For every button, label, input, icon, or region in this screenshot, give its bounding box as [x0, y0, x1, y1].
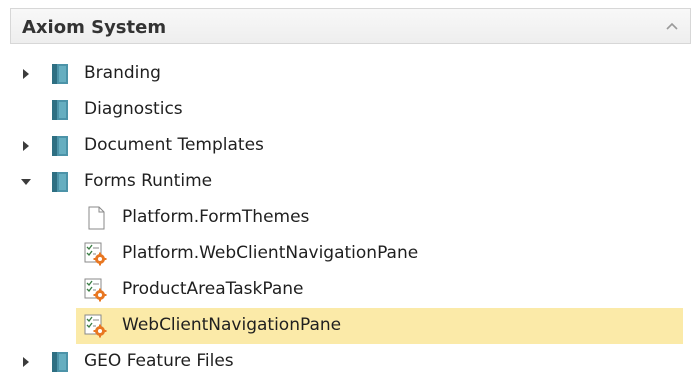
tree-node-label: Forms Runtime	[84, 171, 213, 191]
config-form-icon	[84, 278, 107, 302]
tree-node-label: GEO Feature Files	[84, 351, 234, 371]
tree-node-document-templates[interactable]: Document Templates	[0, 128, 693, 164]
expand-arrow-icon[interactable]	[18, 138, 34, 154]
tree-node-label: Diagnostics	[84, 99, 183, 119]
document-icon	[88, 206, 105, 230]
panel-header[interactable]: Axiom System	[10, 8, 691, 44]
collapse-arrow-icon[interactable]	[18, 174, 34, 190]
axiom-system-panel: Axiom System Branding Diagnostics Docume…	[0, 0, 693, 381]
tree-node-label: Platform.FormThemes	[122, 207, 310, 227]
tree-node-forms-runtime[interactable]: Forms Runtime	[0, 164, 693, 200]
tree-node-platform-formthemes[interactable]: Platform.FormThemes	[0, 200, 693, 236]
book-icon	[52, 352, 68, 372]
tree-node-label: ProductAreaTaskPane	[122, 279, 304, 299]
tree-node-geo-feature-files[interactable]: GEO Feature Files	[0, 344, 693, 380]
tree-node-branding[interactable]: Branding	[0, 56, 693, 92]
panel-title: Axiom System	[22, 17, 167, 38]
tree-node-label: Platform.WebClientNavigationPane	[122, 243, 419, 263]
tree-node-platform-webclientnavigationpane[interactable]: Platform.WebClientNavigationPane	[0, 236, 693, 272]
book-icon	[52, 172, 68, 192]
tree-node-productareataskpane[interactable]: ProductAreaTaskPane	[0, 272, 693, 308]
book-icon	[52, 64, 68, 84]
config-form-icon	[84, 242, 107, 266]
tree-node-label: Document Templates	[84, 135, 264, 155]
book-icon	[52, 100, 68, 120]
tree-node-diagnostics[interactable]: Diagnostics	[0, 92, 693, 128]
config-form-icon	[84, 314, 107, 338]
chevron-up-icon[interactable]	[660, 15, 684, 39]
expand-arrow-icon[interactable]	[18, 354, 34, 370]
expand-arrow-icon[interactable]	[18, 66, 34, 82]
tree-node-webclientnavigationpane[interactable]: WebClientNavigationPane	[76, 308, 683, 344]
tree-view: Branding Diagnostics Document Templates	[0, 56, 693, 380]
tree-node-label: WebClientNavigationPane	[122, 315, 342, 335]
book-icon	[52, 136, 68, 156]
tree-node-label: Branding	[84, 63, 161, 83]
